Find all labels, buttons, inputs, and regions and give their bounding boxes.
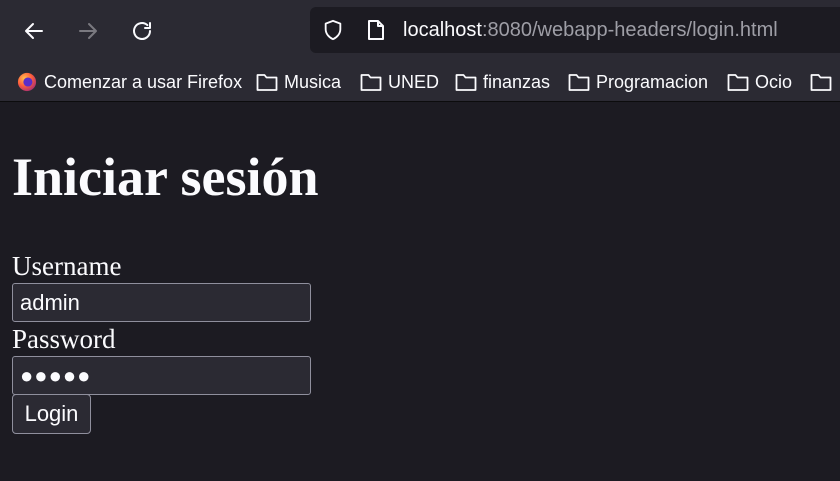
bookmark-comenzar-firefox[interactable]: Comenzar a usar Firefox	[16, 69, 242, 95]
url-text[interactable]: localhost:8080/webapp-headers/login.html	[403, 18, 778, 42]
page-icon[interactable]	[366, 19, 386, 41]
back-button[interactable]	[16, 13, 52, 49]
folder-icon	[810, 72, 832, 92]
folder-icon	[360, 72, 382, 92]
bookmark-uned[interactable]: UNED	[360, 69, 439, 95]
page-title: Iniciar sesión	[12, 147, 319, 207]
username-label: Username	[12, 251, 122, 281]
bookmark-musica[interactable]: Musica	[256, 69, 341, 95]
bookmark-finanzas[interactable]: finanzas	[455, 69, 550, 95]
url-host: localhost	[403, 19, 482, 41]
folder-icon	[568, 72, 590, 92]
username-input[interactable]: admin	[12, 283, 311, 322]
bookmark-label: finanzas	[483, 71, 551, 92]
bookmark-programacion[interactable]: Programacion	[568, 69, 708, 95]
bookmark-label: Comenzar a usar Firefox	[44, 71, 243, 92]
arrow-left-icon	[25, 23, 43, 39]
folder-icon	[256, 72, 278, 92]
forward-button[interactable]	[70, 13, 106, 49]
bookmark-overflow-folder[interactable]	[810, 69, 838, 95]
bookmark-label: UNED	[388, 71, 440, 92]
shield-icon[interactable]	[322, 19, 344, 41]
reload-button[interactable]	[124, 13, 160, 49]
page-content: Iniciar sesión Username admin Password ●…	[0, 103, 840, 481]
reload-icon	[133, 22, 151, 40]
password-input[interactable]: ●●●●●	[12, 356, 311, 395]
login-button[interactable]: Login	[12, 394, 91, 434]
firefox-icon	[16, 72, 38, 92]
folder-icon	[455, 72, 477, 92]
bookmarks-toolbar: Comenzar a usar Firefox Musica UNED fina…	[0, 62, 840, 102]
password-label: Password	[12, 324, 116, 354]
bookmark-label: Programacion	[596, 71, 709, 92]
folder-icon	[727, 72, 749, 92]
browser-toolbar: localhost:8080/webapp-headers/login.html	[0, 0, 840, 62]
bookmark-ocio[interactable]: Ocio	[727, 69, 792, 95]
bookmark-label: Ocio	[755, 71, 793, 92]
bookmark-label: Musica	[284, 71, 342, 92]
url-bar[interactable]: localhost:8080/webapp-headers/login.html	[310, 7, 840, 53]
url-path: :8080/webapp-headers/login.html	[481, 19, 778, 41]
arrow-right-icon	[79, 23, 97, 39]
